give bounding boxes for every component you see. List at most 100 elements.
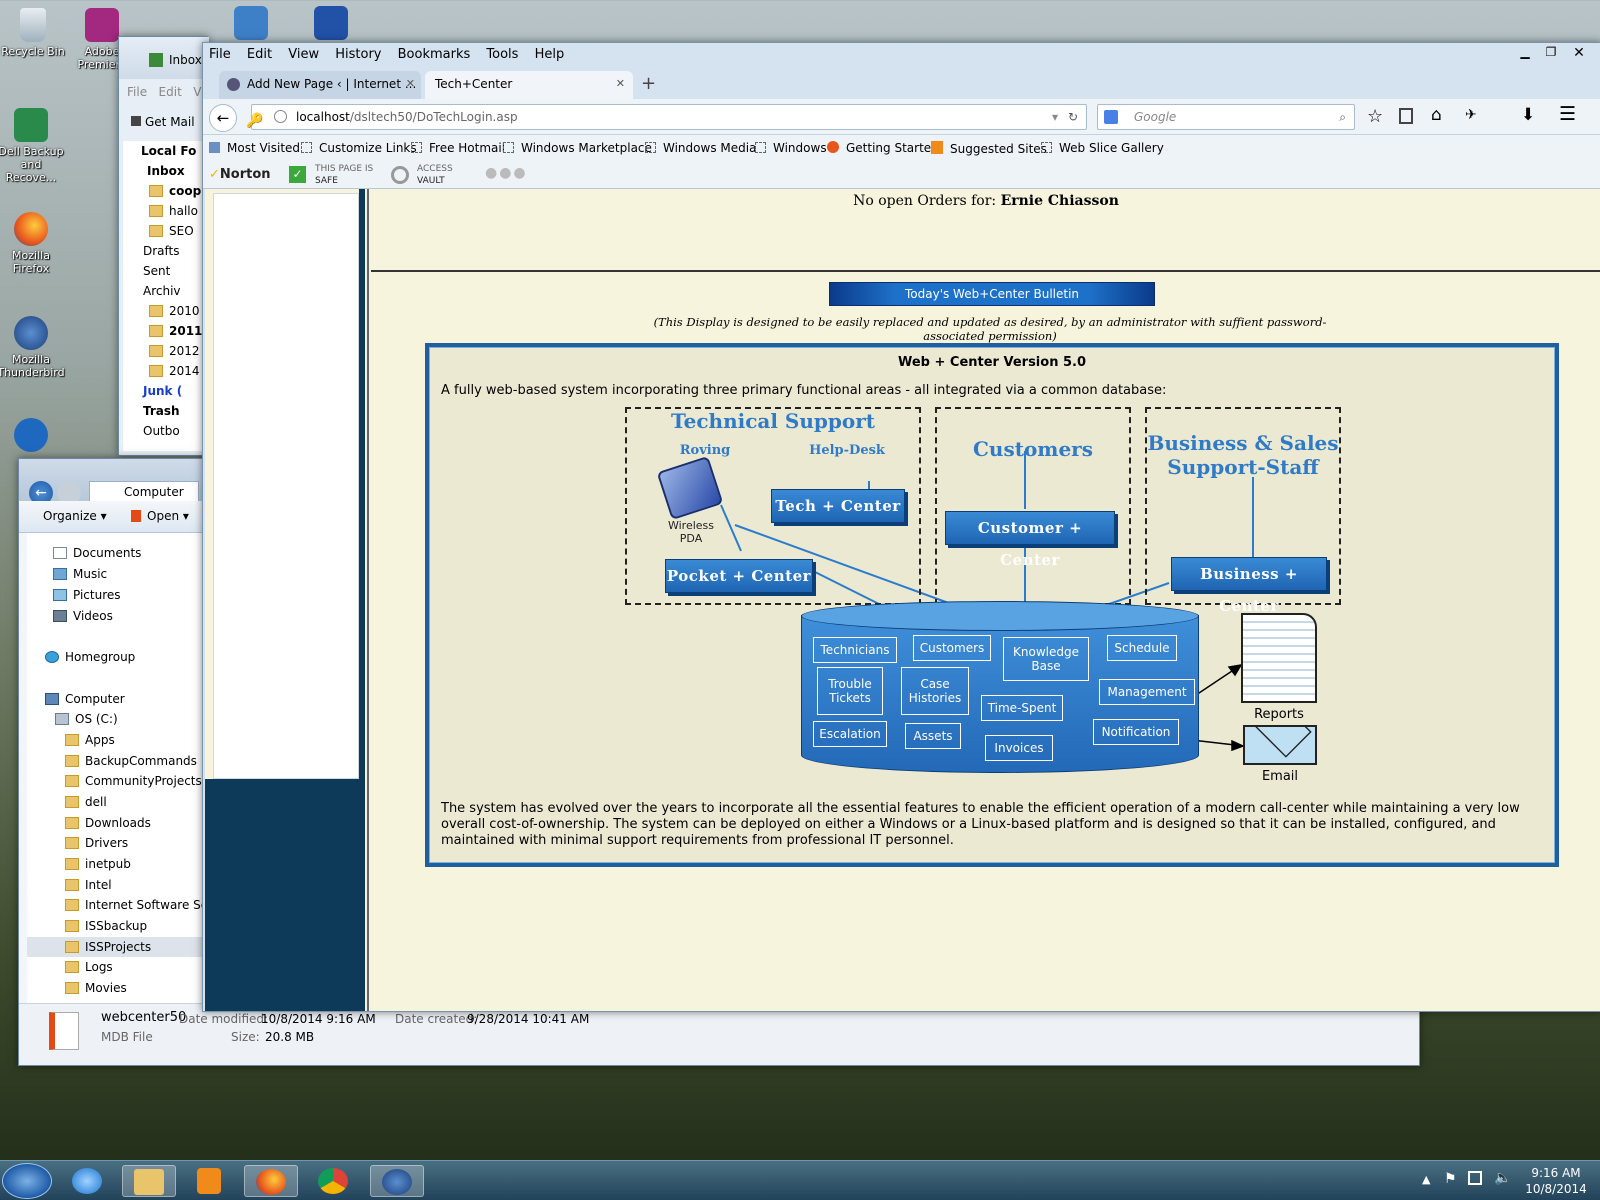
taskbar-media[interactable] — [182, 1165, 236, 1197]
maximize-button[interactable]: ❐ — [1539, 45, 1563, 63]
bookmark-suggested-sites[interactable]: Suggested Sites — [931, 141, 1047, 156]
tree-item-apps[interactable]: Apps — [65, 730, 115, 750]
folder-2011[interactable]: 2011 — [149, 321, 202, 341]
tree-item-dell[interactable]: dell — [65, 792, 107, 812]
desktop-icon-partial-1[interactable] — [234, 6, 268, 40]
tree-item-issprojects[interactable]: ISSProjects — [27, 937, 207, 957]
tree-item-backupcommands[interactable]: BackupCommands — [65, 751, 197, 771]
menu-file[interactable]: File — [209, 47, 231, 62]
bookmark-star-icon[interactable]: ☆ — [1367, 106, 1383, 127]
menu-history[interactable]: History — [335, 47, 381, 62]
tab-close-icon[interactable]: ✕ — [616, 71, 625, 97]
start-button[interactable] — [2, 1163, 52, 1199]
menu-bookmarks[interactable]: Bookmarks — [398, 47, 471, 62]
folder-outbox[interactable]: Outbo — [143, 421, 180, 441]
menu-edit[interactable]: Edit — [159, 85, 182, 99]
folder-2012[interactable]: 2012 — [149, 341, 200, 361]
folder-drafts[interactable]: Drafts — [143, 241, 180, 261]
open-button[interactable]: Open ▾ — [131, 509, 189, 523]
tree-item-downloads[interactable]: Downloads — [65, 813, 151, 833]
tree-item-pictures[interactable]: Pictures — [53, 585, 121, 605]
search-input[interactable]: Google ⌕ — [1097, 104, 1355, 130]
folder-2014[interactable]: 2014 — [149, 361, 200, 381]
tab-close-icon[interactable]: ✕ — [406, 71, 415, 97]
tree-item-communityprojects[interactable]: CommunityProjects — [65, 771, 202, 791]
bulletin-button[interactable]: Today's Web+Center Bulletin — [829, 282, 1155, 306]
close-window-button[interactable]: ✕ — [1565, 45, 1593, 63]
access-vault-button[interactable]: ACCESS VAULT — [417, 163, 453, 187]
downloads-icon[interactable]: ⬇ — [1521, 105, 1535, 125]
tree-item-logs[interactable]: Logs — [65, 957, 113, 977]
tab-add-new-page[interactable]: Add New Page ‹ | Internet ... ✕ — [219, 71, 421, 99]
folder-inbox[interactable]: Inbox — [147, 161, 185, 181]
tray-overflow-icon[interactable]: ▲ — [1422, 1173, 1430, 1186]
tree-item-computer[interactable]: Computer — [45, 689, 125, 709]
taskbar-firefox[interactable] — [244, 1165, 298, 1197]
home-icon[interactable]: ⌂ — [1431, 105, 1442, 125]
bookmark-web-slice-gallery[interactable]: Web Slice Gallery — [1041, 141, 1164, 155]
organize-button[interactable]: Organize ▾ — [43, 509, 107, 523]
folder-sent[interactable]: Sent — [143, 261, 170, 281]
bookmark-windows[interactable]: Windows — [755, 141, 827, 155]
bookmark-customize-links[interactable]: Customize Links — [301, 141, 417, 155]
minimize-button[interactable]: ▁ — [1513, 45, 1537, 63]
tree-item-homegroup[interactable]: Homegroup — [45, 647, 135, 667]
bookmark-free-hotmail[interactable]: Free Hotmail — [411, 141, 505, 155]
taskbar-chrome[interactable] — [306, 1165, 360, 1197]
menu-help[interactable]: Help — [535, 47, 565, 62]
menu-file[interactable]: File — [127, 85, 147, 99]
tree-item-internet-software[interactable]: Internet Software Scie — [65, 895, 207, 915]
addon-icon[interactable]: ✈ — [1465, 107, 1477, 123]
folder-seo[interactable]: SEO — [149, 221, 194, 241]
folder-trash[interactable]: Trash — [143, 401, 180, 421]
menu-icon[interactable]: ☰ — [1559, 103, 1576, 125]
desktop-icon-partial-3[interactable] — [14, 418, 48, 452]
desktop-icon-partial-2[interactable] — [314, 6, 348, 40]
more-dots-icon[interactable]: ●●● — [485, 165, 528, 181]
reading-list-icon[interactable] — [1399, 108, 1413, 124]
tree-item-os-c[interactable]: OS (C:) — [55, 709, 118, 729]
new-tab-button[interactable]: + — [641, 73, 656, 94]
thunderbird-title[interactable]: Inbox — [169, 53, 202, 67]
page-safe-status[interactable]: THIS PAGE IS SAFE — [315, 163, 373, 187]
action-center-flag-icon[interactable]: ⚑ — [1444, 1171, 1457, 1187]
network-icon[interactable] — [1468, 1171, 1482, 1185]
menu-view[interactable]: V — [193, 85, 201, 99]
taskbar-explorer[interactable] — [122, 1165, 176, 1197]
desktop-icon-dell-backup[interactable]: Dell Backup and Recove... — [0, 108, 66, 184]
search-icon[interactable]: ⌕ — [1339, 105, 1346, 129]
folder-hallo[interactable]: hallo — [149, 201, 198, 221]
menu-edit[interactable]: Edit — [247, 47, 272, 62]
bookmark-windows-media[interactable]: Windows Media — [645, 141, 756, 155]
url-bar[interactable]: 🔑 localhost/dsltech50/DoTechLogin.asp ▾ … — [246, 104, 1087, 130]
tree-item-drivers[interactable]: Drivers — [65, 833, 128, 853]
tree-item-music[interactable]: Music — [53, 564, 107, 584]
volume-icon[interactable]: 🔈 — [1494, 1170, 1511, 1186]
dropdown-icon[interactable]: ▾ — [1052, 105, 1058, 129]
tree-item-documents[interactable]: Documents — [53, 543, 141, 563]
desktop-icon-thunderbird[interactable]: Mozilla Thunderbird — [0, 316, 66, 379]
folder-coop[interactable]: coop — [149, 181, 201, 201]
get-mail-button[interactable]: Get Mail — [131, 115, 195, 129]
taskbar-ie[interactable] — [60, 1165, 114, 1197]
tree-item-inetpub[interactable]: inetpub — [65, 854, 131, 874]
tree-item-issbackup[interactable]: ISSbackup — [65, 916, 147, 936]
folder-local[interactable]: Local Fo — [141, 141, 196, 161]
reload-icon[interactable]: ↻ — [1068, 105, 1078, 129]
menu-tools[interactable]: Tools — [486, 47, 518, 62]
norton-logo[interactable]: ✓Norton — [209, 167, 271, 182]
desktop-icon-firefox[interactable]: Mozilla Firefox — [0, 212, 66, 275]
folder-2010[interactable]: 2010 — [149, 301, 200, 321]
menu-view[interactable]: View — [288, 47, 319, 62]
address-bar[interactable]: Computer — [89, 481, 199, 503]
tree-item-intel[interactable]: Intel — [65, 875, 112, 895]
bookmark-getting-started[interactable]: Getting Started — [827, 141, 939, 155]
tab-tech-center[interactable]: Tech+Center ✕ — [425, 71, 633, 99]
taskbar-thunderbird[interactable] — [370, 1165, 424, 1197]
tree-item-movies[interactable]: Movies — [65, 978, 127, 998]
back-button[interactable]: ← — [209, 104, 237, 132]
system-clock[interactable]: 9:16 AM 10/8/2014 — [1518, 1165, 1594, 1197]
tree-item-videos[interactable]: Videos — [53, 606, 113, 626]
desktop-icon-recycle-bin[interactable]: Recycle Bin — [0, 8, 68, 58]
folder-junk[interactable]: Junk ( — [143, 381, 182, 401]
